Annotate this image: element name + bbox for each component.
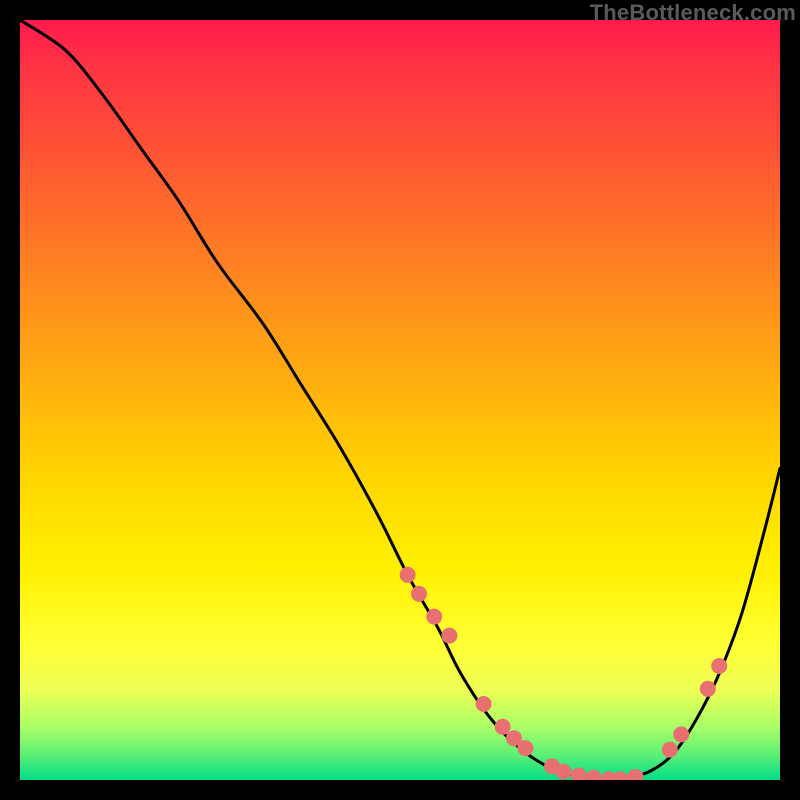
watermark-text: TheBottleneck.com [590, 0, 796, 26]
bottleneck-chart [20, 20, 780, 780]
bottleneck-curve-line [20, 20, 780, 780]
chart-svg [20, 20, 780, 780]
